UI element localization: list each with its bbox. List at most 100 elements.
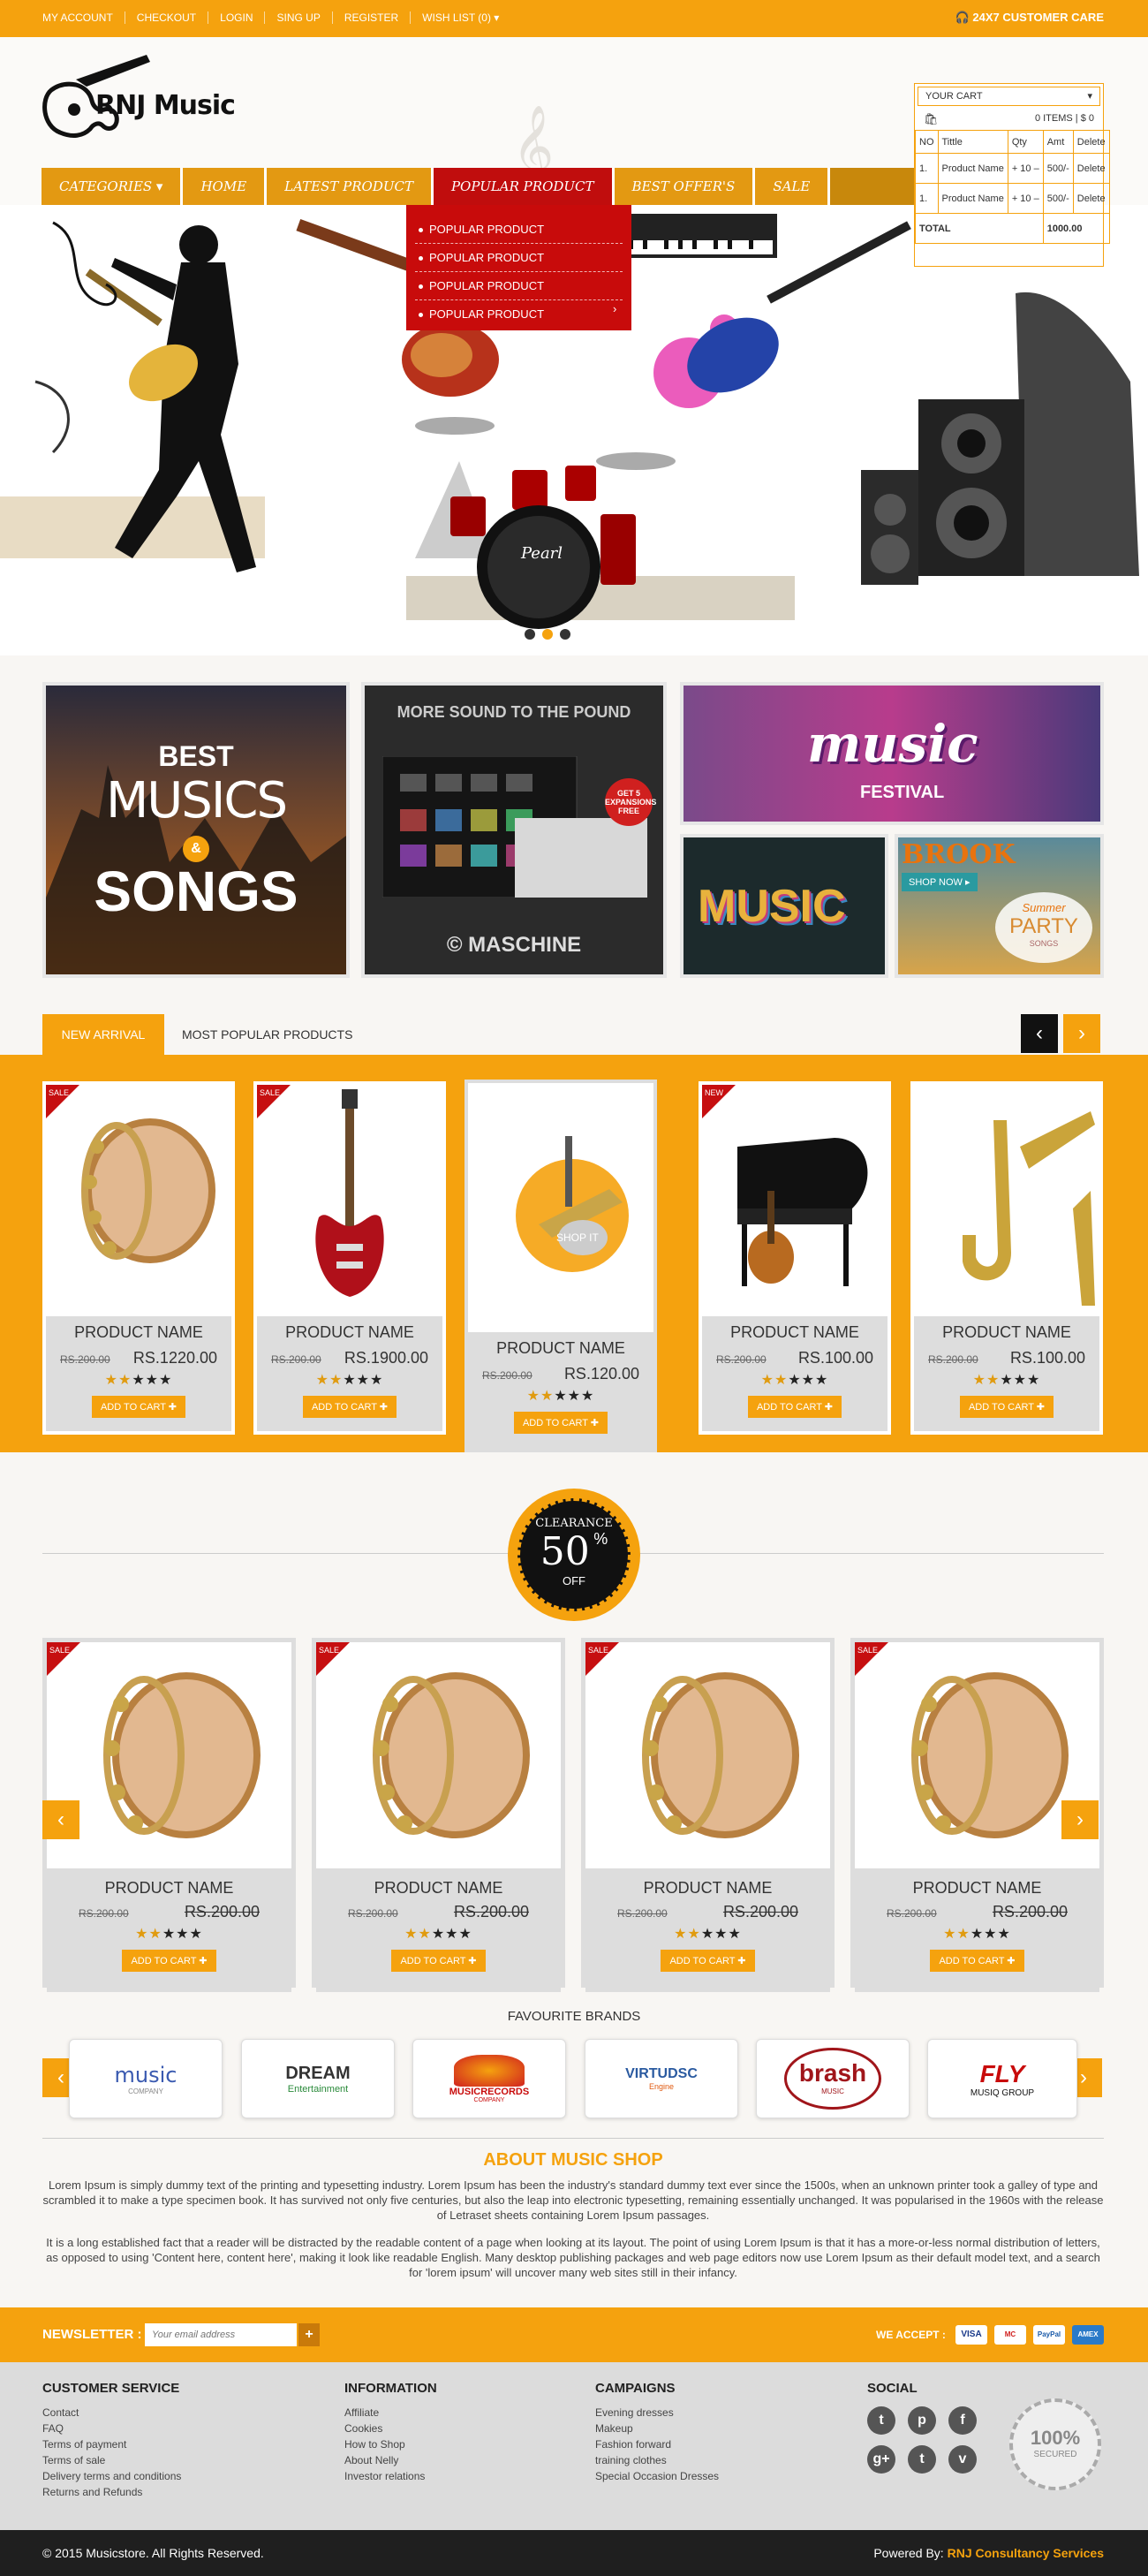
product-card[interactable]: PRODUCT NAME RS.200.00 RS.100.00 ★★★★★ AD… [910,1081,1103,1435]
next-arrow-button[interactable]: › [1063,1014,1100,1053]
prev-arrow-button[interactable]: ‹ [1021,1014,1058,1053]
product-card[interactable]: SALE PRODUCT NAME RS.200.00 RS.1900.00 ★★… [253,1081,446,1435]
product-name[interactable]: PRODUCT NAME [47,1879,291,1898]
powered-company-link[interactable]: RNJ Consultancy Services [948,2546,1104,2560]
add-to-cart-button[interactable]: ADD TO CART ✚ [122,1950,216,1972]
product-card[interactable]: NEW PRODUCT NAME RS.200.00 RS.100.00 ★★★★… [699,1081,891,1435]
price: RS.120.00 [563,1365,639,1383]
product-name[interactable]: PRODUCT NAME [914,1323,1099,1342]
brand-logo[interactable]: FLY MUSIQ GROUP [927,2039,1077,2118]
brand-logo[interactable]: MUSICRECORDS COMPANY [412,2039,566,2118]
product-name[interactable]: PRODUCT NAME [316,1879,561,1898]
product-name[interactable]: PRODUCT NAME [46,1323,231,1342]
footer-link[interactable]: Affiliate [344,2405,437,2421]
product-card[interactable]: SALE PRODUCT NAME RS.200.00 RS.200.00 ★★★★★… [312,1638,565,1992]
pinterest-icon[interactable]: p [908,2406,936,2435]
product-name[interactable]: PRODUCT NAME [468,1339,653,1358]
my-account-link[interactable]: MY ACCOUNT [42,11,125,24]
clearance-badge[interactable]: CLEARANCE 50 % OFF [508,1489,640,1621]
tab-most-popular[interactable]: MOST POPULAR PRODUCTS [182,1014,352,1055]
add-to-cart-button[interactable]: ADD TO CART ✚ [661,1950,755,1972]
promo-brook[interactable]: BROOK SHOP NOW ▸ Summer PARTY SONGS [895,834,1104,978]
footer-link[interactable]: Terms of payment [42,2436,181,2452]
footer-link[interactable]: Contact [42,2405,181,2421]
product-card[interactable]: SALE PRODUCT NAME RS.200.00 RS.1220.00 ★★… [42,1081,235,1435]
nav-categories[interactable]: CATEGORIES ▾ [42,168,184,205]
footer-link[interactable]: Cookies [344,2421,437,2436]
tab-new-arrival[interactable]: NEW ARRIVAL [42,1014,164,1055]
shop-it-overlay[interactable]: SHOP IT [556,1231,599,1244]
email-field[interactable] [145,2323,297,2346]
qty-stepper[interactable]: + 10 – [1007,183,1044,214]
brand-logo[interactable]: music COMPANY [69,2039,223,2118]
promo-maschine[interactable]: MORE SOUND TO THE POUND GET 5 EXPANSIONS… [361,682,667,978]
footer-link[interactable]: Terms of sale [42,2452,181,2468]
dropdown-item[interactable]: POPULAR PRODUCT [415,272,623,300]
register-link[interactable]: REGISTER [333,11,412,24]
maschine-device-icon [382,756,647,898]
total-value: 1000.00 [1042,213,1110,244]
checkout-link[interactable]: CHECKOUT [125,11,209,24]
add-to-cart-button[interactable]: ADD TO CART ✚ [959,1396,1054,1418]
dropdown-item[interactable]: POPULAR PRODUCT [415,244,623,272]
add-to-cart-button[interactable]: ADD TO CART ✚ [391,1950,486,1972]
product-card[interactable]: SHOP IT PRODUCT NAME RS.200.00 RS.120.00 … [464,1080,657,1452]
footer-link[interactable]: Special Occasion Dresses [595,2468,719,2484]
signup-link[interactable]: SING UP [265,11,333,24]
nav-popular-product[interactable]: POPULAR PRODUCT [433,168,615,205]
promo-music-colorful[interactable]: MUSIC [680,834,888,978]
cart-select[interactable]: YOUR CART [918,87,1100,106]
footer-link[interactable]: Delivery terms and conditions [42,2468,181,2484]
dropdown-item[interactable]: POPULAR PRODUCT [415,216,623,244]
footer-link[interactable]: Evening dresses [595,2405,719,2421]
tumblr-icon[interactable]: t [908,2445,936,2474]
product-name[interactable]: PRODUCT NAME [585,1879,830,1898]
footer-link[interactable]: About Nelly [344,2452,437,2468]
product-name[interactable]: PRODUCT NAME [855,1879,1099,1898]
featured-prev-button[interactable]: ‹ [42,1800,79,1839]
product-name[interactable]: PRODUCT NAME [257,1323,442,1342]
table-row: 1. Product Name + 10 – 500/- Delete [915,153,1110,184]
product-name[interactable]: PRODUCT NAME [702,1323,887,1342]
footer-link[interactable]: Makeup [595,2421,719,2436]
footer-link[interactable]: How to Shop [344,2436,437,2452]
delete-link[interactable]: Delete [1072,183,1110,214]
nav-home[interactable]: HOME [183,168,268,205]
wishlist-link[interactable]: WISH LIST (0) ▾ [411,11,510,24]
brand-logo[interactable]: DREAM Entertainment [241,2039,395,2118]
add-to-cart-button[interactable]: ADD TO CART ✚ [91,1396,186,1418]
dropdown-item[interactable]: POPULAR PRODUCT [415,300,623,329]
site-logo[interactable]: RNJ Music [41,55,261,143]
customer-care[interactable]: 🎧 24X7 CUSTOMER CARE [955,11,1104,25]
clearance-inner: CLEARANCE 50 % OFF [517,1498,631,1611]
brand-logo[interactable]: VIRTUDSC Engine [585,2039,738,2118]
delete-link[interactable]: Delete [1072,153,1110,184]
nav-sale[interactable]: SALE [755,168,831,205]
featured-next-button[interactable]: › [1061,1800,1099,1839]
add-to-cart-button[interactable]: ADD TO CART ✚ [747,1396,842,1418]
add-to-cart-button[interactable]: ADD TO CART ✚ [302,1396,397,1418]
product-card[interactable]: SALE PRODUCT NAME RS.200.00 RS.200.00 ★★★★★… [42,1638,296,1992]
subscribe-button[interactable]: + [298,2323,320,2346]
google-plus-icon[interactable]: g+ [867,2445,895,2474]
add-to-cart-button[interactable]: ADD TO CART ✚ [930,1950,1024,1972]
copyright: © 2015 Musicstore. All Rights Reserved. [42,2546,264,2560]
login-link[interactable]: LOGIN [208,11,266,24]
promo-best-musics[interactable]: BEST MUSICS & SONGS [42,682,350,978]
product-card[interactable]: SALE PRODUCT NAME RS.200.00 RS.200.00 ★★★★★… [581,1638,835,1992]
footer-link[interactable]: Fashion forward [595,2436,719,2452]
add-to-cart-button[interactable]: ADD TO CART ✚ [513,1412,608,1434]
nav-latest-product[interactable]: LATEST PRODUCT [267,168,434,205]
twitter-icon[interactable]: t [867,2406,895,2435]
shop-now-button[interactable]: SHOP NOW ▸ [902,873,978,891]
promo-music-festival[interactable]: music FESTIVAL [680,682,1104,825]
footer-link[interactable]: Investor relations [344,2468,437,2484]
brand-logo[interactable]: brash MUSIC [756,2039,910,2118]
vimeo-icon[interactable]: v [948,2445,977,2474]
footer-link[interactable]: FAQ [42,2421,181,2436]
nav-best-offers[interactable]: BEST OFFER'S [614,168,756,205]
facebook-icon[interactable]: f [948,2406,977,2435]
footer-link[interactable]: Returns and Refunds [42,2484,181,2500]
qty-stepper[interactable]: + 10 – [1007,153,1044,184]
footer-link[interactable]: training clothes [595,2452,719,2468]
